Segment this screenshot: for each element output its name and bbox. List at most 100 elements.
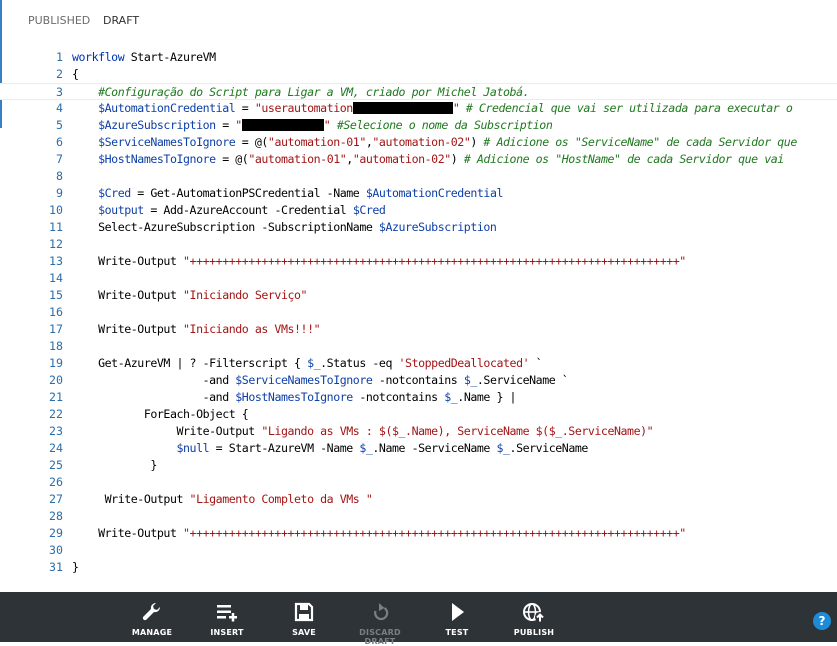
line-number: 25 <box>49 458 63 472</box>
line-number: 23 <box>49 424 63 438</box>
code-token: ForEach-Object { <box>72 407 249 421</box>
line-code: Write-Output "Iniciando as VMs!!!" <box>72 321 320 338</box>
code-line[interactable]: 5 $AzureSubscription = " " #Selecione o n… <box>0 117 837 134</box>
code-token: Write-Output <box>72 254 184 268</box>
code-line[interactable]: 24 $null = Start-AzureVM -Name $_.Name -… <box>0 440 837 457</box>
code-line[interactable]: 2{ <box>0 66 837 83</box>
undo-icon <box>345 601 415 623</box>
line-number: 5 <box>56 118 63 132</box>
code-token: "userautomation <box>254 101 353 115</box>
code-token: "Ligamento Completo da VMs " <box>189 492 373 506</box>
code-token: $Cred <box>352 203 386 217</box>
line-number: 30 <box>49 543 63 557</box>
code-line[interactable]: 11 Select-AzureSubscription -Subscriptio… <box>0 219 837 236</box>
insert-button[interactable]: INSERT <box>192 592 262 642</box>
code-token: .Name } | <box>457 390 517 404</box>
code-line[interactable]: 18 <box>0 338 837 355</box>
line-code: $HostNamesToIgnore = @("automation-01","… <box>72 151 784 168</box>
tab-published[interactable]: PUBLISHED <box>28 14 90 27</box>
code-token: Start-AzureVM <box>124 50 216 64</box>
code-token: .Name -ServiceName <box>372 441 497 455</box>
code-line[interactable]: 7 $HostNamesToIgnore = @("automation-01"… <box>0 151 837 168</box>
editor-tabs: PUBLISHED DRAFT <box>0 0 837 42</box>
code-token: $AzureSubscription <box>98 118 216 132</box>
save-button[interactable]: SAVE <box>269 592 339 642</box>
code-token: $AutomationCredential <box>98 101 236 115</box>
code-token: .ServiceName <box>509 441 589 455</box>
line-number: 2 <box>56 67 63 81</box>
line-code: -and $HostNamesToIgnore -notcontains $_.… <box>72 389 517 406</box>
line-code: Get-AzureVM | ? -Filterscript { $_.Statu… <box>72 355 543 372</box>
code-line[interactable]: 30 <box>0 542 837 559</box>
code-token: #Selecione o nome da Subscription <box>330 118 553 132</box>
code-line[interactable]: 19 Get-AzureVM | ? -Filterscript { $_.St… <box>0 355 837 372</box>
code-line[interactable]: 28 <box>0 508 837 525</box>
code-line[interactable]: 14 <box>0 270 837 287</box>
code-token: $Cred <box>98 186 131 200</box>
line-number: 27 <box>49 492 63 506</box>
line-code: $output = Add-AzureAccount -Credential $… <box>72 202 386 219</box>
code-line[interactable]: 12 <box>0 236 837 253</box>
code-line[interactable]: 26 <box>0 474 837 491</box>
code-token: $AutomationCredential <box>365 186 504 200</box>
code-line[interactable]: 21 -and $HostNamesToIgnore -notcontains … <box>0 389 837 406</box>
code-token: # Credencial que vai ser utilizada para … <box>459 101 793 115</box>
code-line[interactable]: 29 Write-Output "+++++++++++++++++++++++… <box>0 525 837 542</box>
line-code: } <box>72 457 157 474</box>
line-number: 26 <box>49 475 63 489</box>
publish-button[interactable]: PUBLISH <box>499 592 569 642</box>
test-button[interactable]: TEST <box>422 592 492 642</box>
line-number: 9 <box>56 186 63 200</box>
code-line[interactable]: 13 Write-Output "+++++++++++++++++++++++… <box>0 253 837 270</box>
line-number: 15 <box>49 288 63 302</box>
redaction-block <box>241 119 324 131</box>
line-number: 4 <box>56 101 63 115</box>
line-number: 3 <box>56 85 63 99</box>
code-line[interactable]: 16 <box>0 304 837 321</box>
code-token: Write-Output <box>72 526 184 540</box>
code-token: } <box>72 560 79 574</box>
code-line[interactable]: 9 $Cred = Get-AutomationPSCredential -Na… <box>0 185 837 202</box>
line-number: 16 <box>49 305 63 319</box>
line-number: 31 <box>49 560 63 574</box>
line-number: 18 <box>49 339 63 353</box>
save-disk-icon <box>269 601 339 623</box>
test-label: TEST <box>445 628 469 637</box>
code-token: $AzureSubscription <box>378 220 497 234</box>
code-token: "automation-02" <box>372 135 471 149</box>
code-line[interactable]: 17 Write-Output "Iniciando as VMs!!!" <box>0 321 837 338</box>
code-token: Write-Output <box>72 322 184 336</box>
code-line[interactable]: 23 Write-Output "Ligando as VMs : $($_.N… <box>0 423 837 440</box>
code-line[interactable]: 4 $AutomationCredential = "userautomatio… <box>0 100 837 117</box>
code-line[interactable]: 20 -and $ServiceNamesToIgnore -notcontai… <box>0 372 837 389</box>
code-line[interactable]: 27 Write-Output "Ligamento Completo da V… <box>0 491 837 508</box>
code-line[interactable]: 15 Write-Output "Iniciando Serviço" <box>0 287 837 304</box>
code-line[interactable]: 10 $output = Add-AzureAccount -Credentia… <box>0 202 837 219</box>
line-code: { <box>72 66 79 83</box>
line-number: 7 <box>56 152 63 166</box>
code-token: $_ <box>463 373 478 387</box>
code-line[interactable]: 6 $ServiceNamesToIgnore = @("automation-… <box>0 134 837 151</box>
play-icon <box>422 601 492 623</box>
code-line[interactable]: 31} <box>0 559 837 576</box>
code-line[interactable]: 8 <box>0 168 837 185</box>
line-number: 10 <box>49 203 63 217</box>
code-line[interactable]: 25 } <box>0 457 837 474</box>
line-code: #Configuração do Script para Ligar a VM,… <box>72 84 529 101</box>
code-token: = Get-AutomationPSCredential -Name <box>130 186 366 200</box>
tab-draft[interactable]: DRAFT <box>103 14 139 27</box>
code-line[interactable]: 22 ForEach-Object { <box>0 406 837 423</box>
line-number: 21 <box>49 390 63 404</box>
code-line[interactable]: 3 #Configuração do Script para Ligar a V… <box>0 83 837 100</box>
code-token: = <box>215 118 236 132</box>
code-editor[interactable]: 1 workflow Start-AzureVM 2{3 #Configuração… <box>0 49 837 591</box>
manage-label: MANAGE <box>131 628 173 637</box>
manage-button[interactable]: MANAGE <box>117 592 187 642</box>
code-token: ` <box>529 356 543 370</box>
help-button[interactable]: ? <box>813 612 831 630</box>
code-line[interactable]: 1 workflow Start-AzureVM <box>0 49 837 66</box>
discard-draft-button[interactable]: DISCARD DRAFT <box>345 592 415 646</box>
